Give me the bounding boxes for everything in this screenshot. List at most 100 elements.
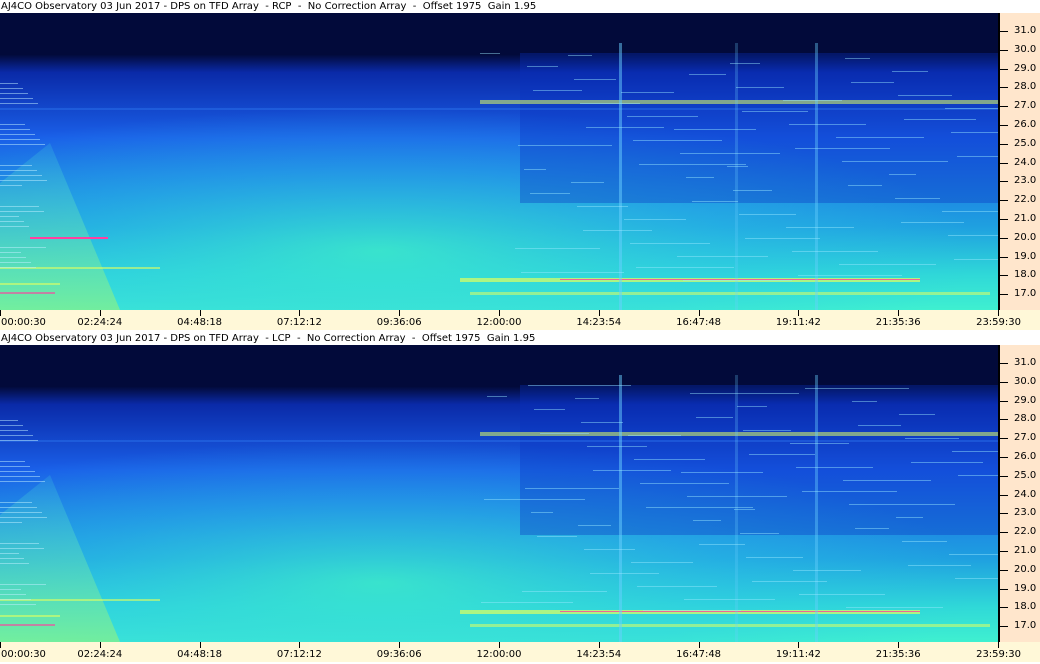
freq-tick-label: 27.0 bbox=[1014, 432, 1037, 444]
freq-tick bbox=[1000, 381, 1008, 383]
freq-tick-label: 21.0 bbox=[1014, 213, 1037, 224]
time-tick bbox=[998, 642, 999, 648]
time-tick bbox=[598, 310, 600, 316]
time-tick-label: 21:35:36 bbox=[875, 649, 921, 660]
freq-tick bbox=[1000, 219, 1008, 220]
lcp-frequency-axis: 31.0 30.0 29.0 28.0 27.0 26.0 25.0 24.0 23.0 22.0… bbox=[998, 345, 1040, 642]
time-tick bbox=[299, 310, 301, 316]
freq-tick bbox=[1000, 438, 1008, 440]
freq-tick bbox=[1000, 400, 1008, 402]
time-tick bbox=[99, 642, 101, 648]
freq-tick-label: 20.0 bbox=[1014, 563, 1037, 575]
freq-tick bbox=[1000, 363, 1008, 364]
time-tick bbox=[0, 310, 1, 316]
freq-tick bbox=[1000, 569, 1008, 571]
time-tick-label: 02:24:24 bbox=[77, 317, 123, 328]
rcp-frequency-axis: 31.0 30.0 29.0 28.0 27.0 26.0 25.0 24.0 23.0 22.0… bbox=[998, 13, 1040, 310]
rcp-spectrogram-image bbox=[0, 13, 998, 310]
time-tick-label: 12:00:00 bbox=[476, 649, 522, 660]
time-tick bbox=[499, 310, 500, 316]
time-tick-label: 04:48:18 bbox=[177, 317, 223, 328]
time-tick-label: 19:11:42 bbox=[775, 649, 821, 660]
freq-tick-label: 18.0 bbox=[1014, 601, 1037, 613]
time-tick bbox=[698, 642, 700, 648]
freq-tick bbox=[1000, 513, 1008, 515]
lcp-spectrogram[interactable] bbox=[0, 345, 998, 642]
freq-tick-label: 19.0 bbox=[1014, 582, 1037, 594]
freq-tick-label: 24.0 bbox=[1014, 156, 1037, 168]
time-tick-label: 21:35:36 bbox=[875, 317, 921, 328]
rcp-spectrogram[interactable] bbox=[0, 13, 998, 310]
lcp-spectrogram-image bbox=[0, 345, 998, 642]
freq-tick bbox=[1000, 49, 1008, 51]
time-tick-label: 14:23:54 bbox=[576, 649, 622, 660]
freq-tick-label: 26.0 bbox=[1014, 451, 1037, 462]
freq-tick bbox=[1000, 162, 1008, 164]
time-tick bbox=[499, 642, 500, 648]
freq-tick-label: 24.0 bbox=[1014, 488, 1037, 500]
freq-tick-label: 22.0 bbox=[1014, 526, 1037, 538]
freq-tick bbox=[1000, 457, 1008, 458]
time-tick-label: 14:23:54 bbox=[576, 317, 622, 328]
freq-tick bbox=[1000, 106, 1008, 108]
time-tick bbox=[998, 310, 999, 316]
freq-tick-label: 27.0 bbox=[1014, 100, 1037, 112]
time-tick bbox=[798, 310, 800, 316]
lcp-time-axis: 00:00:30 02:24:24 04:48:18 07:12:12 09:36:06… bbox=[0, 642, 1040, 662]
time-tick-label: 23:59:30 bbox=[976, 317, 1021, 328]
freq-tick-label: 28.0 bbox=[1014, 81, 1037, 93]
freq-tick bbox=[1000, 551, 1008, 552]
freq-tick bbox=[1000, 475, 1008, 477]
freq-tick-label: 29.0 bbox=[1014, 62, 1037, 74]
freq-tick bbox=[1000, 275, 1008, 277]
time-tick bbox=[898, 642, 900, 648]
freq-tick bbox=[1000, 237, 1008, 239]
freq-tick bbox=[1000, 494, 1008, 496]
freq-tick-label: 19.0 bbox=[1014, 250, 1037, 262]
time-tick-label: 00:00:30 bbox=[1, 317, 46, 328]
time-tick-label: 19:11:42 bbox=[775, 317, 821, 328]
time-tick bbox=[598, 642, 600, 648]
freq-tick bbox=[1000, 294, 1008, 296]
freq-tick-label: 26.0 bbox=[1014, 119, 1037, 130]
freq-tick bbox=[1000, 143, 1008, 145]
lcp-panel-title: AJ4CO Observatory 03 Jun 2017 - DPS on T… bbox=[0, 332, 1040, 345]
freq-tick-label: 17.0 bbox=[1014, 620, 1037, 632]
time-tick-label: 16:47:48 bbox=[676, 649, 722, 660]
freq-tick bbox=[1000, 626, 1008, 628]
time-tick bbox=[698, 310, 700, 316]
freq-tick-label: 31.0 bbox=[1014, 357, 1037, 368]
lcp-panel: AJ4CO Observatory 03 Jun 2017 - DPS on T… bbox=[0, 332, 1040, 664]
freq-tick-label: 30.0 bbox=[1014, 43, 1037, 55]
freq-tick-label: 30.0 bbox=[1014, 375, 1037, 387]
freq-tick bbox=[1000, 125, 1008, 126]
freq-tick bbox=[1000, 31, 1008, 32]
time-tick-label: 16:47:48 bbox=[676, 317, 722, 328]
time-tick bbox=[798, 642, 800, 648]
time-tick bbox=[299, 642, 301, 648]
freq-tick-label: 23.0 bbox=[1014, 507, 1037, 519]
time-tick bbox=[399, 642, 401, 648]
rcp-time-axis: 00:00:30 02:24:24 04:48:18 07:12:12 09:36:06… bbox=[0, 310, 1040, 330]
time-tick-label: 09:36:06 bbox=[376, 649, 422, 660]
time-tick-label: 09:36:06 bbox=[376, 317, 422, 328]
time-tick-label: 00:00:30 bbox=[1, 649, 46, 660]
time-tick-label: 04:48:18 bbox=[177, 649, 223, 660]
time-tick-label: 07:12:12 bbox=[276, 317, 322, 328]
freq-tick-label: 20.0 bbox=[1014, 231, 1037, 243]
rcp-panel-title: AJ4CO Observatory 03 Jun 2017 - DPS on T… bbox=[0, 0, 1040, 13]
freq-tick bbox=[1000, 588, 1008, 590]
freq-tick-label: 25.0 bbox=[1014, 469, 1037, 481]
freq-tick bbox=[1000, 532, 1008, 534]
freq-tick-label: 22.0 bbox=[1014, 194, 1037, 206]
time-tick bbox=[99, 310, 101, 316]
time-tick-label: 12:00:00 bbox=[476, 317, 522, 328]
rcp-panel: AJ4CO Observatory 03 Jun 2017 - DPS on T… bbox=[0, 0, 1040, 332]
time-tick bbox=[399, 310, 401, 316]
freq-tick-label: 18.0 bbox=[1014, 269, 1037, 281]
freq-tick-label: 23.0 bbox=[1014, 175, 1037, 187]
freq-tick bbox=[1000, 419, 1008, 421]
freq-tick-label: 17.0 bbox=[1014, 288, 1037, 300]
freq-tick-label: 21.0 bbox=[1014, 545, 1037, 556]
freq-tick bbox=[1000, 68, 1008, 70]
